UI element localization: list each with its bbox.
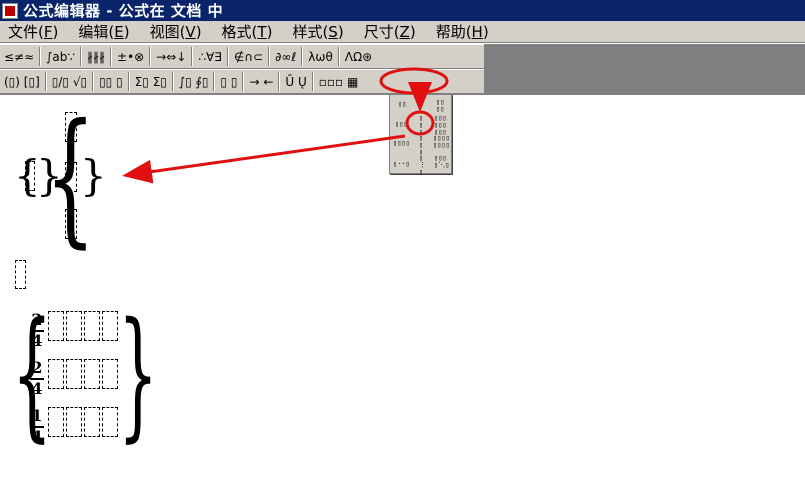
empty-slot[interactable] [66,407,82,437]
empty-slot[interactable] [84,311,100,341]
separator [191,47,194,66]
fraction-radical-templates-button[interactable]: ▯/▯ √▯ [48,71,91,92]
subscript-templates-button[interactable]: ▯▯ ▯ [95,71,127,92]
separator [301,47,304,66]
fraction-denominator: 4 [31,379,43,398]
product-templates-button[interactable]: Ū Ų [281,71,310,92]
empty-slot[interactable] [65,112,77,142]
toolbar-area: ≤≠≈ ∫ab∵ ∦∦∦ ±•⊗ →⇔↓ ∴∀∃ ∉∩⊂ ∂∞ℓ λωθ ΛΩ⊛… [0,44,805,95]
empty-slot[interactable] [48,311,64,341]
empty-slot[interactable] [25,161,35,191]
equation-editing-area[interactable]: { } { } { 2 4 2 4 1 4 } [0,95,805,504]
separator [80,47,83,66]
empty-slot[interactable] [48,359,64,389]
menu-view[interactable]: 视图(V) [142,21,210,42]
fraction-denominator: 4 [31,331,43,350]
menu-edit[interactable]: 编辑(E) [70,21,137,42]
arrow-symbols-button[interactable]: →⇔↓ [152,46,190,67]
app-icon[interactable] [2,2,18,19]
misc-symbols-button[interactable]: ∂∞ℓ [271,46,300,67]
empty-slot[interactable] [65,162,77,192]
separator [44,72,47,91]
summation-templates-button[interactable]: Σ▯ Σ▯ [131,71,171,92]
separator [337,47,340,66]
menu-format[interactable]: 格式(T) [214,21,281,42]
separator [39,47,42,66]
embellishments-button[interactable]: ∦∦∦ [83,46,109,67]
empty-slot[interactable] [102,311,118,341]
fraction-denominator: 4 [31,427,43,446]
separator [213,72,216,91]
integral-templates-button[interactable]: ∫▯ ∮▯ [175,71,213,92]
fraction-numerator: 1 [31,406,43,425]
fence-templates-button[interactable]: (▯) [▯] [0,71,44,92]
empty-slot[interactable] [65,209,77,239]
logical-symbols-button[interactable]: ∴∀∃ [194,46,225,67]
right-brace: } [80,151,107,200]
matrix-templates-button[interactable]: ▫▫▫ ▦ [315,71,363,92]
empty-slot[interactable] [84,407,100,437]
separator [171,72,174,91]
fraction-numerator: 2 [31,358,43,377]
separator [92,72,95,91]
empty-slot[interactable] [66,311,82,341]
symbol-toolbar: ≤≠≈ ∫ab∵ ∦∦∦ ±•⊗ →⇔↓ ∴∀∃ ∉∩⊂ ∂∞ℓ λωθ ΛΩ⊛ [0,44,484,69]
set-theory-symbols-button[interactable]: ∉∩⊂ [230,46,267,67]
menu-help[interactable]: 帮助(H) [428,21,497,42]
greek-uppercase-button[interactable]: ΛΩ⊛ [341,46,376,67]
empty-slot[interactable] [84,359,100,389]
fraction-numerator: 2 [31,310,43,329]
empty-slot[interactable] [66,359,82,389]
separator [311,72,314,91]
title-bar: 公式编辑器 - 公式在 文档 中 [0,0,805,21]
empty-slot[interactable] [102,359,118,389]
empty-slot[interactable] [48,407,64,437]
menu-size[interactable]: 尺寸(Z) [356,21,424,42]
labeled-arrow-templates-button[interactable]: → ← [245,71,277,92]
separator [278,72,281,91]
operator-symbols-button[interactable]: ±•⊗ [113,46,148,67]
separator [226,47,229,66]
right-brace-large: } [118,293,159,456]
relational-symbols-button[interactable]: ≤≠≈ [0,46,38,67]
menu-style[interactable]: 样式(S) [284,21,351,42]
template-toolbar: (▯) [▯] ▯/▯ √▯ ▯▯ ▯ Σ▯ Σ▯ ∫▯ ∮▯ ▯ ▯ → ← … [0,69,484,94]
separator [110,47,113,66]
separator [127,72,130,91]
menu-file[interactable]: 文件(F) [0,21,66,42]
spaces-ellipses-button[interactable]: ∫ab∵ [42,46,79,67]
separator [149,47,152,66]
empty-slot[interactable] [15,260,26,289]
separator [268,47,271,66]
menu-bar: 文件(F) 编辑(E) 视图(V) 格式(T) 样式(S) 尺寸(Z) 帮助(H… [0,21,805,43]
underbar-overbar-templates-button[interactable]: ▯ ▯ [216,71,241,92]
empty-slot[interactable] [102,407,118,437]
window-title: 公式编辑器 - 公式在 文档 中 [23,2,224,20]
greek-lowercase-button[interactable]: λωθ [304,46,337,67]
separator [242,72,245,91]
